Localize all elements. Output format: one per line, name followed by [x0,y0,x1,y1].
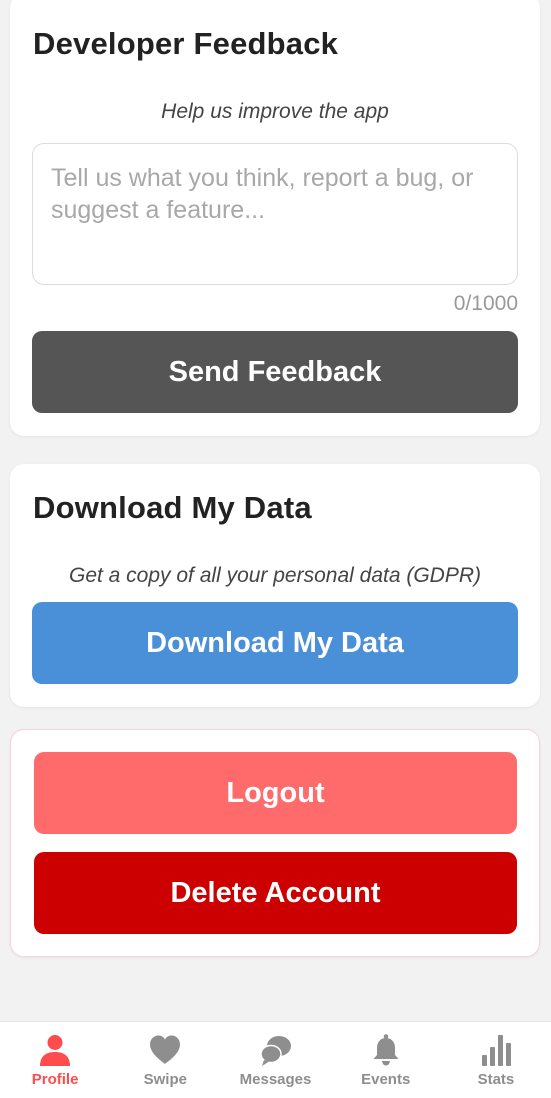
delete-account-button[interactable]: Delete Account [34,852,517,934]
tab-messages[interactable]: Messages [220,1022,330,1098]
tab-label: Profile [31,1071,79,1088]
feedback-title: Developer Feedback [33,26,339,61]
tab-stats[interactable]: Stats [441,1022,551,1098]
tab-events[interactable]: Events [331,1022,441,1098]
tab-swipe[interactable]: Swipe [110,1022,220,1098]
developer-feedback-card: Developer Feedback Help us improve the a… [10,0,540,436]
feedback-subtitle: Help us improve the app [161,100,389,123]
send-feedback-button[interactable]: Send Feedback [32,331,518,413]
logout-button[interactable]: Logout [34,752,517,834]
tab-label: Swipe [143,1071,187,1088]
download-title: Download My Data [33,490,312,525]
tab-label: Stats [477,1071,515,1088]
tab-label: Messages [239,1071,312,1088]
heart-icon [150,1035,181,1064]
person-icon [40,1035,71,1066]
download-data-button[interactable]: Download My Data [32,602,518,684]
tab-profile[interactable]: Profile [0,1022,110,1098]
feedback-input[interactable] [32,143,518,285]
tab-label: Events [361,1071,411,1088]
bar-chart-icon [481,1035,511,1066]
feedback-char-count: 0/1000 [453,292,518,315]
account-actions-card: Logout Delete Account [10,729,540,957]
download-subtitle: Get a copy of all your personal data (GD… [68,564,482,587]
bell-icon [373,1034,399,1066]
chat-bubbles-icon [259,1036,291,1066]
bottom-tab-bar: Profile Swipe Messages Events Stats [0,1021,551,1098]
download-data-card: Download My Data Get a copy of all your … [10,464,540,707]
